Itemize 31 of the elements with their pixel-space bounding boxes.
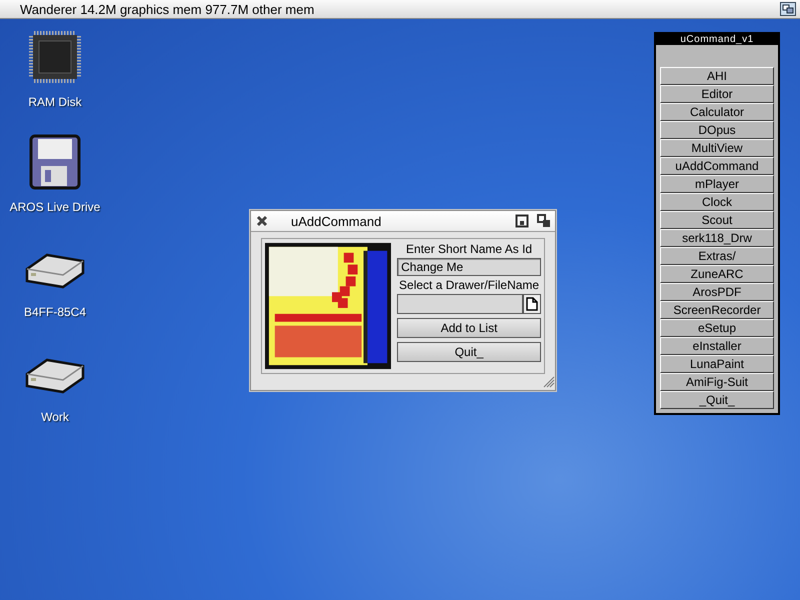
command-button[interactable]: ScreenRecorder xyxy=(660,301,774,319)
command-button[interactable]: uAddCommand xyxy=(660,157,774,175)
command-button[interactable]: ArosPDF xyxy=(660,283,774,301)
window-title: uCommand_v1 xyxy=(656,34,778,45)
command-button[interactable]: AmiFig-Suit xyxy=(660,373,774,391)
command-button[interactable]: eSetup xyxy=(660,319,774,337)
command-button[interactable]: Editor xyxy=(660,85,774,103)
command-button[interactable]: eInstaller xyxy=(660,337,774,355)
command-button[interactable]: Calculator xyxy=(660,103,774,121)
file-label: Select a Drawer/FileName xyxy=(398,278,540,292)
desktop-icon-label[interactable]: RAM Disk xyxy=(28,95,82,109)
command-button[interactable]: mPlayer xyxy=(660,175,774,193)
desktop-icon-label[interactable]: AROS Live Drive xyxy=(10,200,100,214)
command-button[interactable]: _Quit_ xyxy=(660,391,774,409)
dialog-button[interactable]: Add to List xyxy=(397,318,541,338)
desktop-icon-label[interactable]: Work xyxy=(41,410,69,424)
name-field[interactable]: Change Me xyxy=(397,258,541,276)
window-title: uAddCommand xyxy=(291,214,382,228)
command-button[interactable]: MultiView xyxy=(660,139,774,157)
command-button[interactable]: LunaPaint xyxy=(660,355,774,373)
desktop-icon-label[interactable]: B4FF-85C4 xyxy=(24,305,86,319)
command-button[interactable]: AHI xyxy=(660,67,774,85)
dialog-button[interactable]: Quit_ xyxy=(397,342,541,362)
command-button[interactable]: DOpus xyxy=(660,121,774,139)
screen-title: Wanderer 14.2M graphics mem 977.7M other mem xyxy=(19,2,314,16)
command-button[interactable]: ZuneARC xyxy=(660,265,774,283)
command-button[interactable]: Clock xyxy=(660,193,774,211)
name-label: Enter Short Name As Id xyxy=(405,242,534,256)
command-button[interactable]: Extras/ xyxy=(660,247,774,265)
command-button[interactable]: serk118_Drw xyxy=(660,229,774,247)
command-button[interactable]: Scout xyxy=(660,211,774,229)
